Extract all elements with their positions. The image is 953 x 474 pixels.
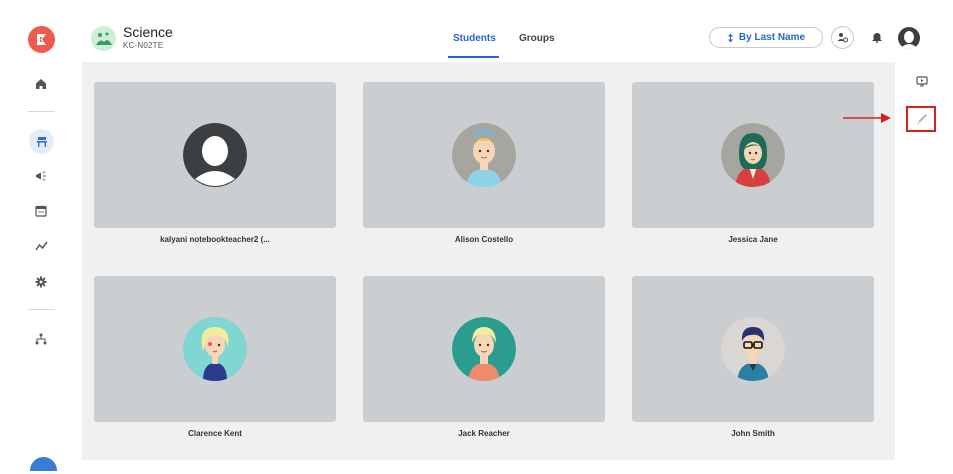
- sidebar-item-hierarchy[interactable]: [29, 327, 53, 351]
- help-chat-button[interactable]: [30, 457, 57, 471]
- tab-groups[interactable]: Groups: [519, 33, 555, 44]
- john-avatar-icon: [721, 317, 785, 381]
- class-name: Science: [123, 24, 173, 40]
- sidebar-divider: [28, 111, 55, 112]
- student-card[interactable]: Jack Reacher: [363, 276, 605, 461]
- add-student-button[interactable]: [831, 26, 854, 49]
- alison-avatar-icon: [452, 123, 516, 187]
- rail-item-present[interactable]: [916, 75, 928, 87]
- sidebar-item-home[interactable]: [29, 72, 53, 96]
- student-card-image: [94, 82, 336, 228]
- add-user-icon: [837, 33, 848, 43]
- app-window: Science KC-N02TE Students Groups By Last…: [0, 0, 953, 474]
- sort-button[interactable]: By Last Name: [709, 27, 823, 48]
- highlight-box: [906, 106, 936, 132]
- student-card[interactable]: John Smith: [632, 276, 874, 461]
- megaphone-icon: [36, 171, 46, 181]
- class-icon: [91, 26, 116, 51]
- jack-avatar-icon: [452, 317, 516, 381]
- calendar-icon: [35, 205, 47, 217]
- student-name: Jessica Jane: [728, 235, 778, 244]
- active-tab-indicator: [448, 56, 499, 58]
- student-name: Alison Costello: [454, 235, 514, 244]
- home-icon: [36, 79, 46, 89]
- sidebar-divider: [28, 309, 55, 310]
- sidebar-item-settings[interactable]: [29, 270, 53, 294]
- hierarchy-icon: [35, 333, 47, 345]
- student-card-image: [632, 82, 874, 228]
- student-card[interactable]: Jessica Jane: [632, 82, 874, 267]
- student-card-image: [363, 82, 605, 228]
- tab-students[interactable]: Students: [453, 33, 496, 44]
- sidebar-item-announcements[interactable]: [29, 164, 53, 188]
- student-card-image: [632, 276, 874, 422]
- classroom-icon: [36, 136, 47, 147]
- student-card[interactable]: Alison Costello: [363, 82, 605, 267]
- student-name: Clarence Kent: [188, 429, 242, 438]
- sort-label: By Last Name: [738, 32, 806, 43]
- jessica-avatar-icon: [721, 123, 785, 187]
- student-card[interactable]: kalyani notebookteacher2 (...: [94, 82, 336, 267]
- notifications-button[interactable]: [869, 29, 885, 45]
- sort-arrows-icon: [727, 33, 733, 42]
- top-header: Science KC-N02TE Students Groups By Last…: [82, 0, 953, 62]
- students-grid: kalyani notebookteacher2 (... Alison Cos…: [82, 62, 895, 460]
- gear-icon: [35, 276, 47, 288]
- student-name: Jack Reacher: [458, 429, 510, 438]
- annotation-arrow-icon: [843, 113, 891, 123]
- left-sidebar: [0, 0, 82, 474]
- student-name: kalyani notebookteacher2 (...: [160, 235, 270, 244]
- student-card[interactable]: Clarence Kent: [94, 276, 336, 461]
- user-avatar[interactable]: [896, 25, 921, 50]
- student-name: John Smith: [731, 429, 775, 438]
- logo-icon: [37, 34, 46, 45]
- sidebar-item-reports[interactable]: [29, 234, 53, 258]
- trend-icon: [34, 241, 48, 251]
- profile-avatar-icon: [897, 26, 920, 49]
- science-class-icon: [91, 26, 116, 51]
- present-screen-icon: [916, 75, 928, 86]
- bell-icon: [872, 32, 882, 43]
- class-code: KC-N02TE: [123, 41, 164, 50]
- sidebar-item-calendar[interactable]: [29, 199, 53, 223]
- student-card-image: [363, 276, 605, 422]
- default-avatar-icon: [183, 123, 247, 187]
- clarence-avatar-icon: [183, 317, 247, 381]
- student-card-image: [94, 276, 336, 422]
- app-logo[interactable]: [28, 26, 55, 53]
- sidebar-item-classroom[interactable]: [29, 129, 54, 154]
